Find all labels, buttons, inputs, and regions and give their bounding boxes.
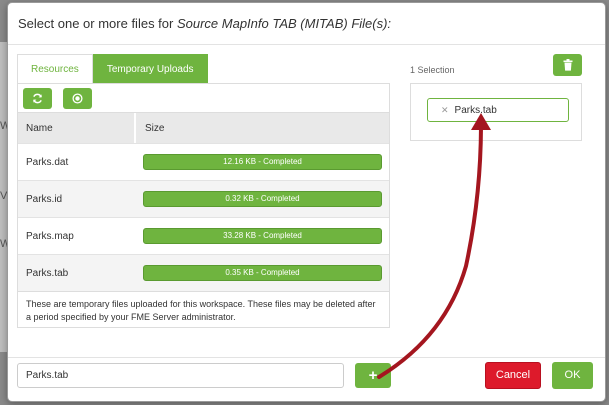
add-file-button[interactable]: + <box>355 363 391 388</box>
size-cell: 33.28 KB - Completed <box>136 228 389 244</box>
size-cell: 0.32 KB - Completed <box>136 191 389 207</box>
selection-count: 1 Selection <box>410 65 455 75</box>
cancel-button[interactable]: Cancel <box>485 362 541 389</box>
uploads-panel: Name Size Parks.dat 12.16 KB - Completed… <box>17 83 390 328</box>
selection-box: ✕ Parks.tab <box>410 83 582 141</box>
column-header-size[interactable]: Size <box>136 113 389 143</box>
file-select-dialog: Select one or more files for Source MapI… <box>7 2 606 402</box>
upload-progress-bar: 0.32 KB - Completed <box>143 191 382 207</box>
file-name: Parks.id <box>26 193 63 205</box>
file-name: Parks.tab <box>26 267 69 279</box>
footer-divider <box>8 357 605 358</box>
upload-progress-bar: 33.28 KB - Completed <box>143 228 382 244</box>
dialog-title-parameter: Source MapInfo TAB (MITAB) File(s): <box>176 16 392 31</box>
record-icon <box>72 93 83 104</box>
ok-button[interactable]: OK <box>552 362 593 389</box>
upload-progress-bar: 0.35 KB - Completed <box>143 265 382 281</box>
selected-file-chip[interactable]: ✕ Parks.tab <box>427 98 569 122</box>
refresh-icon <box>33 93 42 104</box>
file-name: Parks.map <box>26 230 74 242</box>
dialog-title-prefix: Select one or more files for <box>18 16 177 31</box>
table-row[interactable]: Parks.tab 0.35 KB - Completed <box>18 254 389 291</box>
plus-icon: + <box>368 367 378 384</box>
file-name: Parks.dat <box>26 156 69 168</box>
size-cell: 0.35 KB - Completed <box>136 265 389 281</box>
remove-icon[interactable]: ✕ <box>441 105 449 115</box>
record-button[interactable] <box>63 88 92 109</box>
clear-selection-button[interactable] <box>553 54 582 76</box>
table-header: Name Size <box>18 112 389 143</box>
title-divider <box>8 44 605 45</box>
selected-file-label: Parks.tab <box>454 105 497 116</box>
trash-icon <box>563 59 572 71</box>
tab-resources[interactable]: Resources <box>17 54 93 83</box>
table-row[interactable]: Parks.dat 12.16 KB - Completed <box>18 143 389 180</box>
dialog-title: Select one or more files for Source MapI… <box>18 16 391 31</box>
tab-temporary-uploads[interactable]: Temporary Uploads <box>92 54 208 83</box>
column-header-name[interactable]: Name <box>18 113 136 143</box>
table-row[interactable]: Parks.map 33.28 KB - Completed <box>18 217 389 254</box>
uploads-toolbar <box>18 84 389 112</box>
temporary-files-note: These are temporary files uploaded for t… <box>18 291 389 330</box>
file-path-input[interactable] <box>17 363 344 388</box>
table-row[interactable]: Parks.id 0.32 KB - Completed <box>18 180 389 217</box>
tab-bar: Resources Temporary Uploads <box>17 54 208 83</box>
size-cell: 12.16 KB - Completed <box>136 154 389 170</box>
upload-progress-bar: 12.16 KB - Completed <box>143 154 382 170</box>
refresh-button[interactable] <box>23 88 52 109</box>
